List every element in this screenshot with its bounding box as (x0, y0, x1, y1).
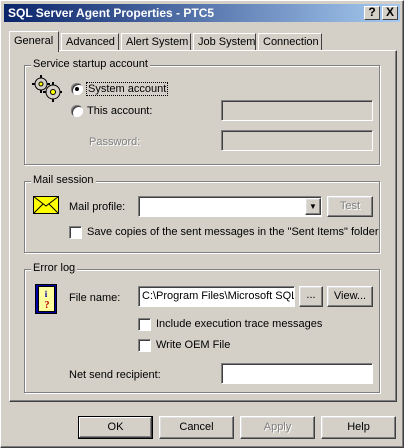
tab-advanced[interactable]: Advanced (61, 33, 119, 50)
test-button[interactable]: Test (327, 196, 373, 217)
chevron-down-icon: ▼ (309, 202, 317, 211)
general-tab-panel: Service startup account System account T… (9, 50, 397, 402)
log-book-icon: i ? (35, 284, 57, 314)
cancel-button[interactable]: Cancel (159, 416, 234, 439)
ok-button[interactable]: OK (78, 416, 153, 439)
mail-session-title: Mail session (31, 174, 96, 186)
dialog-window: SQL Server Agent Properties - PTC5 ? X G… (0, 0, 404, 448)
file-name-label: File name: (69, 292, 121, 304)
save-copies-checkbox[interactable] (69, 226, 82, 239)
envelope-icon (33, 196, 59, 214)
svg-text:?: ? (45, 300, 50, 311)
browse-button[interactable]: ... (299, 286, 323, 307)
system-account-radio[interactable] (71, 83, 83, 95)
help-button[interactable]: Help (321, 416, 396, 439)
apply-button[interactable]: Apply (240, 416, 315, 439)
this-account-label[interactable]: This account: (87, 105, 152, 117)
mail-session-group: Mail session Mail profile: ▼ Test Save c… (24, 174, 380, 253)
system-account-label[interactable]: System account (85, 82, 169, 96)
include-trace-label[interactable]: Include execution trace messages (156, 318, 322, 330)
file-name-input[interactable]: C:\Program Files\Microsoft SQL (138, 286, 295, 307)
help-title-button[interactable]: ? (364, 6, 380, 20)
this-account-radio[interactable] (71, 105, 83, 117)
net-send-label: Net send recipient: (69, 369, 161, 381)
tab-connection[interactable]: Connection (258, 33, 322, 50)
service-startup-title: Service startup account (31, 58, 150, 70)
mail-profile-select[interactable] (138, 196, 322, 217)
gears-icon (32, 75, 62, 102)
save-copies-label[interactable]: Save copies of the sent messages in the … (87, 226, 379, 238)
tab-general[interactable]: General (9, 31, 59, 52)
service-startup-group: Service startup account System account T… (24, 58, 380, 165)
error-log-group: Error log i ? File name: C:\Program File… (24, 262, 380, 393)
write-oem-checkbox[interactable] (138, 339, 151, 352)
this-account-input[interactable] (221, 100, 373, 121)
window-title: SQL Server Agent Properties - PTC5 (8, 6, 215, 20)
password-input[interactable] (221, 130, 373, 151)
password-label: Password: (89, 136, 141, 148)
title-bar[interactable]: SQL Server Agent Properties - PTC5 ? X (4, 4, 400, 22)
mail-profile-label: Mail profile: (69, 201, 126, 213)
write-oem-label[interactable]: Write OEM File (156, 339, 230, 351)
include-trace-checkbox[interactable] (138, 318, 151, 331)
tab-job-system[interactable]: Job System (193, 33, 256, 50)
close-button[interactable]: X (382, 6, 398, 20)
view-button[interactable]: View... (327, 286, 373, 307)
error-log-title: Error log (31, 262, 78, 274)
net-send-input[interactable] (221, 363, 373, 384)
mail-profile-dropdown-button[interactable]: ▼ (305, 198, 321, 215)
tab-alert-system[interactable]: Alert System (121, 33, 191, 50)
